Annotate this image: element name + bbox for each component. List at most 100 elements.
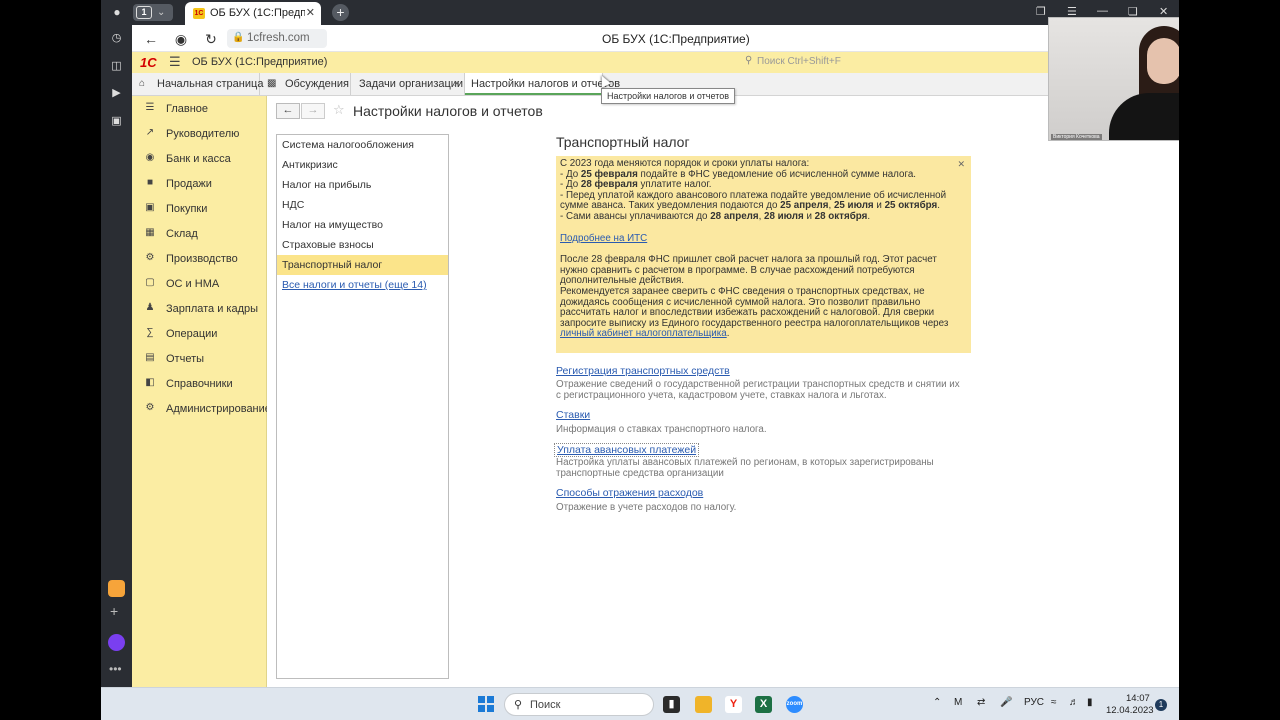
close-tab-icon[interactable]: ×: [454, 73, 460, 95]
rates-desc: Информация о ставках транспортного налог…: [556, 424, 767, 435]
play-icon[interactable]: ▶: [109, 86, 124, 101]
taskbar-search-input[interactable]: ⚲ Поиск: [504, 693, 654, 716]
url-text: 1cfresh.com: [247, 32, 310, 44]
notification-badge[interactable]: 1: [1155, 699, 1167, 711]
browser-tab-active[interactable]: 1С ОБ БУХ (1С:Предприятие) ✕: [185, 2, 321, 25]
reports-icon: ▤: [145, 352, 155, 363]
notice-text: .: [726, 328, 730, 340]
tax-list-item[interactable]: НДС: [277, 195, 448, 215]
notice-paragraph: Рекомендуется заранее сверить с ФНС свед…: [560, 285, 960, 340]
task-view-icon[interactable]: ▮: [663, 696, 680, 713]
rates-link[interactable]: Ставки: [556, 409, 590, 421]
tab-tax-settings[interactable]: Настройки налогов и отчетов: [465, 73, 620, 95]
its-link[interactable]: Подробнее на ИТС: [560, 233, 647, 244]
more-icon[interactable]: •••: [109, 662, 122, 676]
minimize-icon[interactable]: —: [1097, 5, 1108, 17]
yandex-browser-icon[interactable]: Y: [725, 696, 742, 713]
close-tab-icon[interactable]: ✕: [306, 6, 315, 19]
section-bank[interactable]: ◉ Банк и касса: [132, 150, 267, 168]
mail-icon[interactable]: [108, 580, 125, 597]
main-menu-icon[interactable]: ☰: [169, 54, 181, 70]
microphone-icon[interactable]: 🎤: [1000, 697, 1012, 708]
expense-methods-link[interactable]: Способы отражения расходов: [556, 487, 703, 499]
clock-time[interactable]: 14:07: [1126, 693, 1150, 704]
section-warehouse[interactable]: ▦ Склад: [132, 225, 267, 243]
volume-icon[interactable]: ♬: [1069, 697, 1079, 708]
chart-icon: ↗: [145, 127, 155, 138]
star-icon[interactable]: ☆: [333, 102, 345, 118]
section-sales[interactable]: ■ Продажи: [132, 175, 267, 193]
tab-discussions[interactable]: ▩ Обсуждения: [260, 73, 351, 95]
form-title: Настройки налогов и отчетов: [353, 103, 543, 119]
windows-start-icon[interactable]: [478, 696, 494, 712]
windows-taskbar: ⚲ Поиск ▮ Y X zoom ⌃ M ⇄ 🎤 РУС ≈ ♬ ▮ 14:…: [101, 687, 1179, 720]
bookmark-icon[interactable]: ❐: [1036, 5, 1046, 18]
all-taxes-link[interactable]: Все налоги и отчеты (еще 14): [277, 275, 448, 295]
advance-payments-link[interactable]: Уплата авансовых платежей: [554, 443, 700, 457]
history-icon[interactable]: ◷: [109, 31, 124, 46]
form-back-button[interactable]: ←: [276, 103, 300, 119]
yandex-icon[interactable]: ◉: [172, 30, 190, 48]
tab-org-tasks[interactable]: Задачи организации ×: [351, 73, 465, 95]
new-tab-button[interactable]: +: [332, 4, 349, 21]
vehicle-registration-link[interactable]: Регистрация транспортных средств: [556, 365, 730, 377]
section-reports[interactable]: ▤ Отчеты: [132, 350, 267, 368]
notice-body: С 2023 года меняются порядок и сроки упл…: [560, 158, 960, 340]
notice-text: подайте в ФНС уведомление об исчисленной…: [637, 168, 916, 180]
section-purchases[interactable]: ▣ Покупки: [132, 200, 267, 218]
tax-list-item[interactable]: Антикризис: [277, 155, 448, 175]
alice-icon[interactable]: [108, 634, 125, 651]
sync-icon[interactable]: ⇄: [977, 697, 985, 708]
tax-list-item[interactable]: Налог на прибыль: [277, 175, 448, 195]
section-payroll[interactable]: ♟ Зарплата и кадры: [132, 300, 267, 318]
file-explorer-icon[interactable]: [695, 696, 712, 713]
notice-text: - Сами авансы уплачиваются до: [560, 210, 711, 222]
clock-date[interactable]: 12.04.2023: [1106, 705, 1154, 716]
tabs-icon[interactable]: ▣: [109, 114, 124, 129]
notice-date: 25 октября: [884, 200, 938, 212]
cart-icon: ▣: [145, 202, 155, 213]
notice-date: 28 октября: [814, 210, 868, 222]
tax-list-item-selected[interactable]: Транспортный налог: [277, 255, 448, 275]
tray-app-icon[interactable]: M: [954, 697, 962, 708]
tab-counter-button[interactable]: 1 ⌄: [133, 4, 173, 21]
collections-icon[interactable]: ◫: [109, 59, 124, 74]
taxpayer-cabinet-link[interactable]: личный кабинет налогоплательщика: [560, 328, 727, 340]
url-field[interactable]: 🔒 1cfresh.com: [227, 29, 327, 48]
excel-icon[interactable]: X: [755, 696, 772, 713]
webcam-person-face: [1147, 38, 1179, 84]
section-assets[interactable]: ▢ ОС и НМА: [132, 275, 267, 293]
form-forward-button[interactable]: →: [301, 103, 325, 119]
browser-tab-strip: ● 1 ⌄ 1С ОБ БУХ (1С:Предприятие) ✕ + ❐ ☰…: [101, 0, 1179, 25]
reload-icon[interactable]: ↻: [202, 30, 220, 48]
notice-date: 25 июля: [833, 200, 874, 212]
section-admin[interactable]: ⚙ Администрирование: [132, 400, 271, 418]
section-manager[interactable]: ↗ Руководителю: [132, 125, 267, 143]
back-icon[interactable]: ←: [142, 30, 160, 48]
section-catalogs[interactable]: ◧ Справочники: [132, 375, 267, 393]
operations-icon: ∑: [146, 327, 154, 338]
wifi-icon[interactable]: ≈: [1051, 697, 1057, 708]
section-operations[interactable]: ∑ Операции: [132, 325, 267, 343]
section-production[interactable]: ⚙ Производство: [132, 250, 267, 268]
section-main[interactable]: ☰ Главное: [132, 100, 267, 118]
webcam-name-caption: Виктория Кочеткова: [1051, 134, 1102, 140]
battery-icon[interactable]: ▮: [1087, 697, 1093, 708]
home-icon: ⌂: [139, 78, 146, 89]
onec-favicon-icon: 1С: [193, 8, 205, 19]
profile-icon[interactable]: ●: [108, 4, 126, 21]
language-indicator[interactable]: РУС: [1024, 697, 1044, 708]
address-bar: ← ◉ ↻ 🔒 1cfresh.com ОБ БУХ (1С:Предприят…: [132, 25, 1179, 52]
menu-icon: ☰: [145, 102, 155, 113]
chevron-up-icon[interactable]: ⌃: [933, 697, 941, 708]
tax-list-item[interactable]: Страховые взносы: [277, 235, 448, 255]
tab-home[interactable]: ⌂ Начальная страница: [132, 73, 263, 95]
notice-text: Рекомендуется заранее сверить с ФНС свед…: [560, 285, 949, 329]
section-title: Транспортный налог: [556, 134, 690, 150]
zoom-icon[interactable]: zoom: [786, 696, 803, 713]
tax-list-item[interactable]: Система налогообложения: [277, 135, 448, 155]
add-icon[interactable]: +: [110, 603, 118, 619]
tax-list-item[interactable]: Налог на имущество: [277, 215, 448, 235]
books-icon: ◧: [145, 377, 155, 388]
notice-text: и: [803, 210, 815, 222]
